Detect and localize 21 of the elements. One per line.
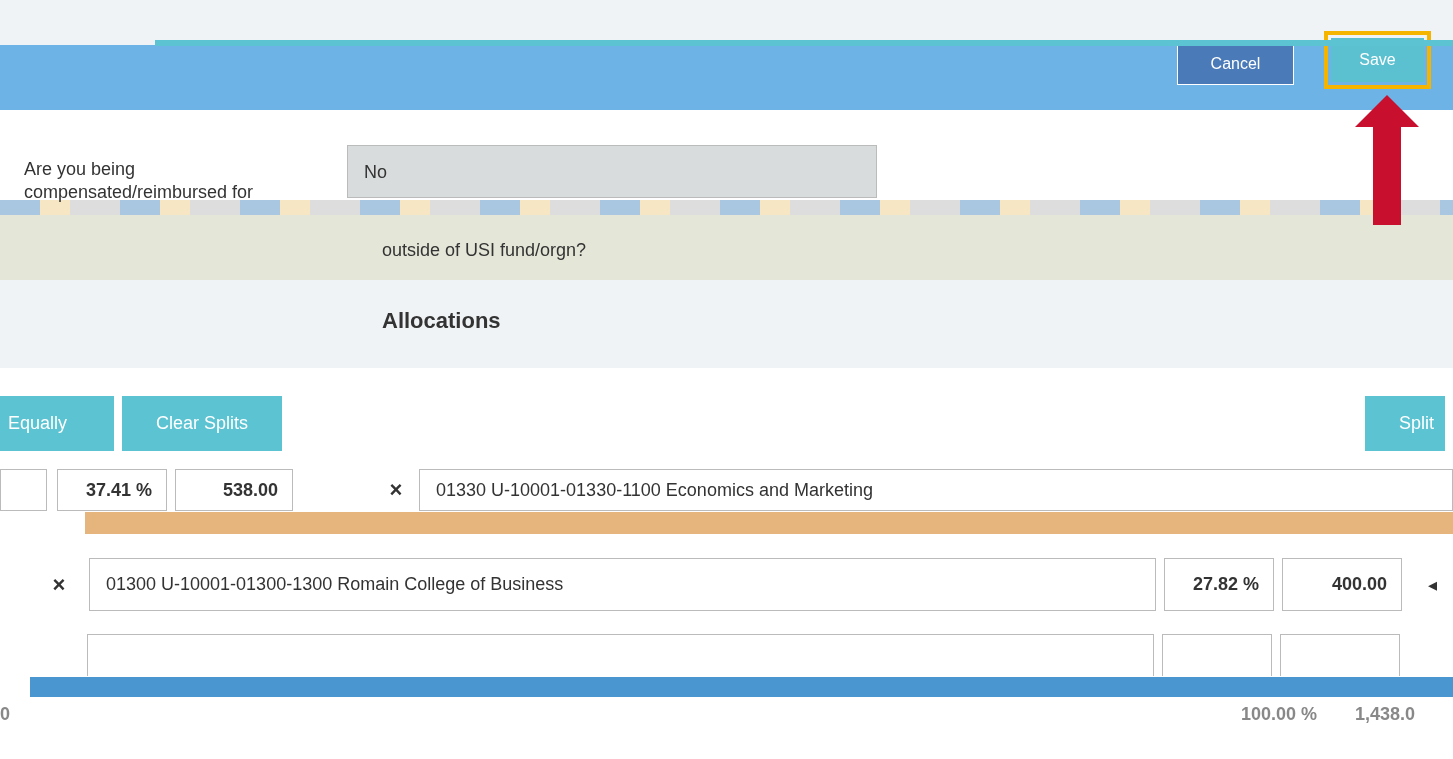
caret-icon[interactable]: ◂	[1428, 573, 1437, 596]
percent-field[interactable]: 37.41 %	[57, 469, 167, 511]
question-label: outside of USI fund/orgn?	[382, 240, 587, 260]
answer-field[interactable]: No	[347, 145, 877, 198]
percent-field[interactable]: 27.82 %	[1164, 558, 1274, 611]
account-field[interactable]: 01330 U-10001-01330-1100 Economics and Marketing	[419, 469, 1453, 511]
section-title: Allocations	[382, 308, 502, 334]
amount-field[interactable]: 400.00	[1282, 558, 1402, 611]
question-label: Are you being compensated/reimbursed for	[23, 158, 255, 202]
cancel-button[interactable]: Cancel	[1177, 43, 1294, 85]
remove-icon[interactable]: ×	[381, 477, 411, 503]
percent-field[interactable]	[1162, 634, 1272, 676]
percent-field[interactable]	[0, 469, 47, 511]
remove-icon[interactable]: ×	[44, 571, 74, 598]
amount-field[interactable]	[1280, 634, 1400, 676]
total-cell: 0	[0, 703, 10, 725]
total-percent: 100.00 %	[1241, 703, 1318, 725]
amount-field[interactable]: 538.00	[175, 469, 293, 511]
total-amount: 1,438.0	[1355, 703, 1416, 725]
account-field[interactable]	[87, 634, 1154, 676]
account-field[interactable]: 01300 U-10001-01300-1300 Romain College of Business	[89, 558, 1156, 611]
